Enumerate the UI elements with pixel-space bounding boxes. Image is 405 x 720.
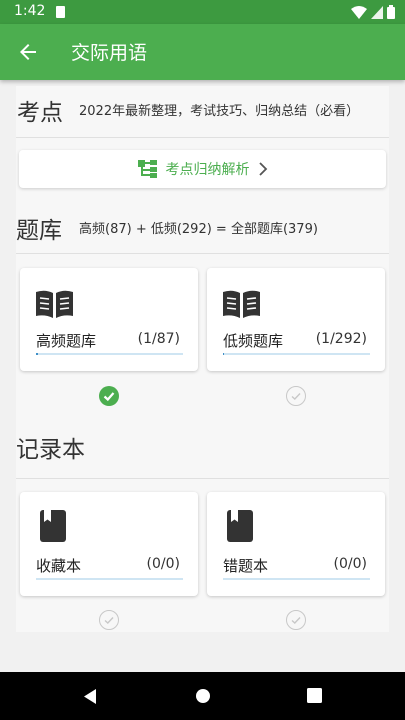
nav-recents-icon[interactable]	[307, 688, 322, 703]
divider	[16, 137, 389, 138]
card-name: 低频题库	[223, 332, 284, 350]
open-book-icon	[223, 290, 260, 318]
card-name: 错题本	[223, 557, 269, 575]
battery-icon	[387, 5, 395, 19]
card-name: 收藏本	[36, 557, 82, 575]
bookmark-book-icon	[40, 510, 66, 542]
divider	[16, 478, 389, 479]
page-title: 交际用语	[71, 42, 148, 64]
status-time: 1:42	[14, 3, 46, 19]
app-bar: 交际用语	[0, 24, 405, 80]
progress-fill	[36, 353, 38, 355]
progress-bar	[36, 353, 183, 355]
analysis-button-label: 考点归纳解析	[165, 162, 250, 178]
wrong-answers-book-card[interactable]: 错题本 (0/0)	[207, 492, 385, 596]
high-frequency-bank-card[interactable]: 高频题库 (1/87)	[20, 268, 198, 371]
sim-card-icon	[56, 6, 65, 18]
low-frequency-bank-card[interactable]: 低频题库 (1/292)	[207, 268, 385, 371]
card-count: (1/292)	[315, 331, 367, 347]
card-count: (1/87)	[137, 331, 180, 347]
divider	[16, 253, 389, 254]
progress-bar	[36, 578, 183, 580]
bookmark-book-icon	[227, 510, 253, 542]
tiku-title: 题库	[16, 218, 62, 244]
progress-bar	[223, 578, 370, 580]
nav-home-icon[interactable]	[195, 688, 211, 704]
card-count: (0/0)	[146, 556, 180, 572]
signal-icon	[371, 5, 383, 19]
check-circle-outline-icon[interactable]	[286, 386, 306, 406]
tree-structure-icon	[137, 160, 157, 178]
kaodian-title: 考点	[17, 100, 63, 126]
status-icons	[351, 5, 395, 19]
favorites-book-card[interactable]: 收藏本 (0/0)	[20, 492, 198, 596]
kaodian-desc: 2022年最新整理，考试技巧、归纳总结（必看）	[79, 104, 360, 119]
check-circle-outline-icon[interactable]	[99, 610, 119, 630]
chevron-right-icon	[258, 162, 267, 176]
card-name: 高频题库	[36, 332, 97, 350]
check-circle-icon[interactable]	[99, 386, 119, 406]
check-circle-outline-icon[interactable]	[286, 610, 306, 630]
wifi-icon	[351, 5, 367, 19]
tiku-desc: 高频(87) + 低频(292) = 全部题库(379)	[79, 222, 318, 237]
progress-bar	[223, 353, 370, 355]
nav-back-icon[interactable]	[82, 688, 98, 705]
analysis-button[interactable]: 考点归纳解析	[19, 150, 386, 188]
back-arrow-icon[interactable]	[16, 40, 40, 64]
open-book-icon	[36, 290, 73, 318]
status-bar: 1:42	[0, 0, 405, 24]
jilu-title: 记录本	[16, 437, 85, 463]
system-navigation-bar	[0, 672, 405, 720]
card-count: (0/0)	[333, 556, 367, 572]
